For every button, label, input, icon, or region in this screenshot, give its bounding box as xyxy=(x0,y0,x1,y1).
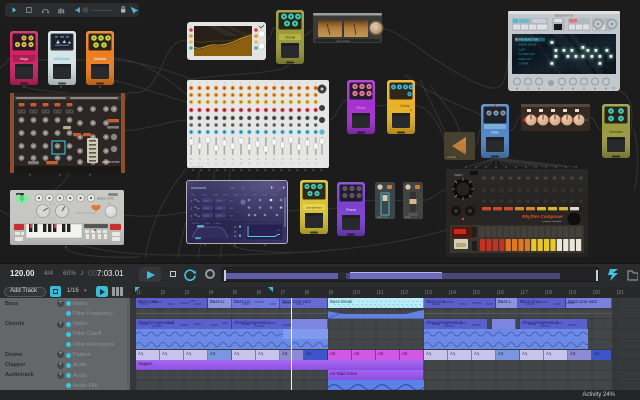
svg-text:SRC: SRC xyxy=(191,195,196,197)
svg-text:0.375: 0.375 xyxy=(217,200,223,202)
svg-text:TEMPO: TEMPO xyxy=(454,174,463,177)
svg-text:tube preamp: tube preamp xyxy=(336,40,350,43)
svg-text:Bass Line: Bass Line xyxy=(97,197,114,201)
svg-text:DAMP: DAMP xyxy=(233,194,240,197)
svg-text:Chorus: Chorus xyxy=(285,36,296,40)
svg-text:50%: 50% xyxy=(229,208,233,210)
svg-text:50%: 50% xyxy=(229,200,233,202)
svg-text:Delay: Delay xyxy=(400,104,409,108)
svg-text:120Hz: 120Hz xyxy=(204,223,210,225)
svg-text:VOL: VOL xyxy=(107,203,112,205)
svg-text:0.375: 0.375 xyxy=(217,208,223,210)
svg-text:0.250: 0.250 xyxy=(204,200,210,202)
svg-text:CLAP: CLAP xyxy=(518,47,525,51)
svg-text:Rock: Rock xyxy=(356,105,366,110)
svg-text:compressor: compressor xyxy=(306,206,322,210)
svg-text:mixermatic16: mixermatic16 xyxy=(190,166,204,169)
svg-text:0.250: 0.250 xyxy=(204,208,210,210)
svg-text:Computer Controlled: Computer Controlled xyxy=(76,212,97,215)
svg-text:trk: trk xyxy=(190,162,192,165)
svg-text:LEVEL: LEVEL xyxy=(201,195,209,197)
svg-text:modoverb: modoverb xyxy=(191,186,206,190)
svg-text:dj: dj xyxy=(612,85,615,90)
svg-text:DbG: DbG xyxy=(491,131,499,135)
svg-text:MOdulator: MOdulator xyxy=(54,57,71,61)
svg-text:SNARE DRUM: SNARE DRUM xyxy=(518,43,537,47)
svg-text:0.250: 0.250 xyxy=(204,215,210,217)
svg-text:SEQUENT 16: SEQUENT 16 xyxy=(555,14,574,18)
svg-text:polykromer: polykromer xyxy=(102,160,121,164)
svg-text:FILTER: FILTER xyxy=(192,223,200,225)
svg-text:CLOSED HAT: CLOSED HAT xyxy=(518,52,535,56)
svg-text:SIZE: SIZE xyxy=(223,195,228,197)
svg-text:MOD: MOD xyxy=(262,195,268,197)
svg-text:sampler: sampler xyxy=(447,155,456,159)
svg-text:50%: 50% xyxy=(229,215,233,217)
svg-text:fader: fader xyxy=(405,216,411,219)
svg-text:OPEN HAT: OPEN HAT xyxy=(518,57,532,61)
svg-text:0.375: 0.375 xyxy=(217,215,223,217)
svg-text:MIX: MIX xyxy=(273,195,277,197)
svg-text:Mega: Mega xyxy=(20,57,29,61)
svg-text:CYMBAL: CYMBAL xyxy=(518,62,530,66)
svg-text:2.4kHz: 2.4kHz xyxy=(214,223,221,225)
svg-text:Modular: Modular xyxy=(94,57,107,61)
svg-text:computer controlled: computer controlled xyxy=(542,220,562,223)
svg-text:THE BEAST 808: THE BEAST 808 xyxy=(518,38,539,42)
svg-text:Phase: Phase xyxy=(346,208,356,212)
svg-text:Rhythm Composer: Rhythm Composer xyxy=(522,214,563,219)
svg-text:fader.mod: fader.mod xyxy=(377,216,388,219)
svg-text:Overdrive: Overdrive xyxy=(609,130,623,134)
svg-text:TIME: TIME xyxy=(213,195,219,197)
svg-text:HP: HP xyxy=(253,195,257,197)
